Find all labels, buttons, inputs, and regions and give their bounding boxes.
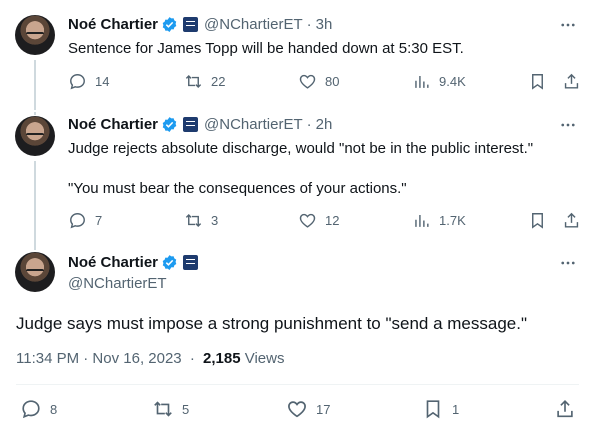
- author-handle[interactable]: @NChartierET: [204, 16, 303, 33]
- thread-tweet-1[interactable]: Noé Chartier @NChartierET · 3h Sentence …: [0, 0, 595, 112]
- tweet-time[interactable]: 2h: [316, 116, 333, 133]
- views-button[interactable]: 1.7K: [412, 211, 466, 230]
- tweet-header: Noé Chartier @NChartierET · 2h: [68, 116, 332, 133]
- reply-button[interactable]: 14: [68, 72, 109, 91]
- thread-connector-line: [34, 244, 36, 250]
- tweet-header: Noé Chartier: [68, 254, 199, 271]
- author-avatar[interactable]: [15, 15, 55, 55]
- like-count: 17: [316, 401, 331, 417]
- verified-badge-icon: [162, 17, 177, 32]
- more-options-icon[interactable]: [559, 16, 577, 34]
- thread-connector-line: [34, 161, 36, 244]
- like-button[interactable]: 12: [298, 211, 339, 230]
- views-count: 1.7K: [439, 213, 466, 228]
- like-button[interactable]: 17: [286, 398, 330, 420]
- heart-icon: [299, 213, 316, 228]
- repost-count: 5: [182, 401, 190, 417]
- separator-dot: ·: [306, 116, 312, 133]
- tweet-text-line-1: Judge rejects absolute discharge, would …: [68, 140, 534, 157]
- views-button[interactable]: 9.4K: [412, 72, 466, 91]
- author-avatar[interactable]: [15, 116, 55, 156]
- repost-icon: [154, 401, 172, 417]
- focused-tweet: Noé Chartier @NChartierET Judge says mus…: [0, 244, 595, 440]
- affiliate-badge-icon[interactable]: [183, 255, 199, 270]
- views-chart-icon: [415, 214, 429, 227]
- affiliate-badge-icon[interactable]: [183, 17, 199, 32]
- share-button[interactable]: [554, 398, 576, 420]
- repost-count: 3: [211, 213, 219, 228]
- tweet-header: Noé Chartier @NChartierET · 3h: [68, 16, 332, 33]
- heart-icon: [299, 74, 316, 89]
- repost-button[interactable]: 22: [184, 72, 225, 91]
- reply-button[interactable]: 7: [68, 211, 102, 230]
- verified-badge-icon: [162, 117, 177, 132]
- thread-connector-line: [34, 60, 36, 110]
- views-label: Views: [244, 350, 285, 367]
- repost-count: 22: [211, 74, 226, 89]
- tweet-text: Sentence for James Topp will be handed d…: [68, 40, 464, 57]
- tweet-text-line-2: "You must bear the consequences of your …: [68, 180, 407, 197]
- bookmark-icon: [532, 213, 543, 229]
- tweet-text: Judge says must impose a strong punishme…: [16, 314, 528, 333]
- bookmark-button[interactable]: 1: [422, 398, 459, 420]
- tweet-actions: 7 3 12 1.7K: [60, 211, 583, 233]
- separator-dot: ·: [189, 350, 195, 367]
- like-button[interactable]: 80: [298, 72, 339, 91]
- affiliate-badge-icon[interactable]: [183, 117, 199, 132]
- author-name[interactable]: Noé Chartier: [68, 116, 158, 133]
- heart-icon: [288, 401, 306, 418]
- tweet-actions: 14 22 80 9.4K: [60, 72, 583, 94]
- repost-icon: [185, 213, 202, 228]
- share-button[interactable]: [562, 72, 581, 91]
- reply-icon: [70, 74, 85, 90]
- bookmark-icon: [426, 400, 440, 419]
- tweet-timestamp[interactable]: 11:34 PM · Nov 16, 2023: [16, 350, 182, 367]
- author-handle[interactable]: @NChartierET: [204, 116, 303, 133]
- repost-button[interactable]: 5: [152, 398, 189, 420]
- repost-button[interactable]: 3: [184, 211, 218, 230]
- tweet-time[interactable]: 3h: [316, 16, 333, 33]
- like-count: 80: [325, 74, 340, 89]
- separator-dot: ·: [306, 16, 312, 33]
- like-count: 12: [325, 213, 340, 228]
- views-count: 9.4K: [439, 74, 466, 89]
- tweet-meta: 11:34 PM · Nov 16, 2023 · 2,185 Views: [16, 350, 284, 367]
- views-total: 2,185: [203, 350, 241, 367]
- thread-tweet-2[interactable]: Noé Chartier @NChartierET · 2h Judge rej…: [0, 112, 595, 244]
- reply-count: 7: [95, 213, 103, 228]
- reply-icon: [22, 400, 40, 419]
- views-chart-icon: [415, 75, 429, 88]
- author-name[interactable]: Noé Chartier: [68, 254, 158, 271]
- share-icon: [564, 212, 579, 228]
- verified-badge-icon: [162, 255, 177, 270]
- author-name[interactable]: Noé Chartier: [68, 16, 158, 33]
- bookmark-button[interactable]: [528, 211, 547, 230]
- repost-icon: [185, 74, 202, 89]
- divider: [16, 384, 579, 385]
- reply-button[interactable]: 8: [20, 398, 57, 420]
- author-avatar[interactable]: [15, 252, 55, 292]
- reply-icon: [70, 213, 85, 229]
- share-button[interactable]: [562, 211, 581, 230]
- share-icon: [564, 73, 579, 89]
- tweet-actions: 8 5 17 1: [16, 398, 579, 422]
- more-options-icon[interactable]: [559, 254, 577, 272]
- reply-count: 8: [50, 401, 58, 417]
- thread-connector-line: [34, 112, 36, 115]
- reply-count: 14: [95, 74, 110, 89]
- bookmark-button[interactable]: [528, 72, 547, 91]
- bookmark-icon: [532, 74, 543, 90]
- author-handle[interactable]: @NChartierET: [68, 275, 167, 292]
- bookmark-count: 1: [452, 401, 460, 417]
- share-icon: [557, 400, 573, 418]
- more-options-icon[interactable]: [559, 116, 577, 134]
